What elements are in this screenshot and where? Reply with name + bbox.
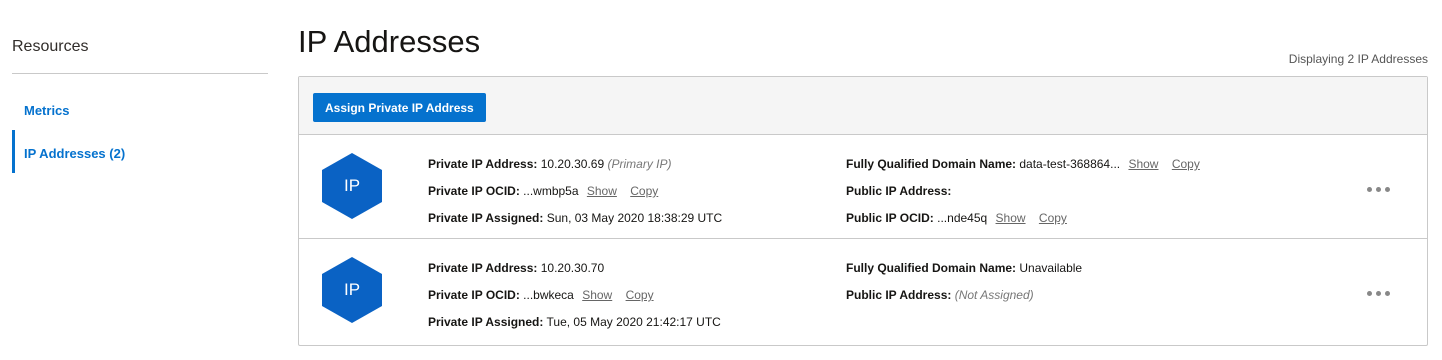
show-link[interactable]: Show bbox=[1128, 157, 1158, 171]
sidebar-item-ip-addresses[interactable]: IP Addresses (2) bbox=[12, 130, 212, 173]
public-ip-ocid-field: Public IP OCID: ...nde45q Show Copy bbox=[846, 205, 1200, 232]
show-link[interactable]: Show bbox=[996, 211, 1026, 225]
fqdn-value: data-test-368864... bbox=[1019, 157, 1121, 171]
table-row: IP Private IP Address: 10.20.30.70 Priva… bbox=[299, 239, 1427, 345]
kebab-menu-icon[interactable] bbox=[1367, 283, 1397, 296]
public-ip-address-field: Public IP Address: (Not Assigned) bbox=[846, 282, 1082, 309]
field-label: Public IP Address: bbox=[846, 288, 952, 302]
assigned-value: Tue, 05 May 2020 21:42:17 UTC bbox=[546, 315, 721, 329]
private-ip-value: 10.20.30.69 bbox=[540, 157, 605, 171]
display-count: Displaying 2 IP Addresses bbox=[1288, 52, 1428, 66]
sidebar-divider bbox=[12, 73, 268, 74]
copy-link[interactable]: Copy bbox=[630, 184, 658, 198]
private-ip-address-field: Private IP Address: 10.20.30.69 (Primary… bbox=[428, 151, 722, 178]
private-ip-ocid-field: Private IP OCID: ...wmbp5a Show Copy bbox=[428, 178, 722, 205]
assigned-value: Sun, 03 May 2020 18:38:29 UTC bbox=[546, 211, 723, 225]
sidebar-item-label: IP Addresses (2) bbox=[24, 146, 126, 161]
field-label: Fully Qualified Domain Name: bbox=[846, 261, 1017, 275]
field-label: Public IP Address: bbox=[846, 184, 952, 198]
assign-private-ip-button[interactable]: Assign Private IP Address bbox=[313, 93, 486, 122]
sidebar-heading: Resources bbox=[12, 38, 89, 55]
ip-addresses-table: Assign Private IP Address IP Private IP … bbox=[298, 76, 1428, 346]
private-ocid-value: ...wmbp5a bbox=[523, 184, 579, 198]
hexagon-ip-icon: IP bbox=[321, 152, 383, 220]
fqdn-value: Unavailable bbox=[1019, 261, 1083, 275]
field-label: Fully Qualified Domain Name: bbox=[846, 157, 1017, 171]
field-label: Private IP Assigned: bbox=[428, 315, 544, 329]
private-ip-ocid-field: Private IP OCID: ...bwkeca Show Copy bbox=[428, 282, 721, 309]
field-label: Private IP OCID: bbox=[428, 288, 520, 302]
hexagon-ip-label: IP bbox=[343, 176, 361, 195]
private-ip-assigned-field: Private IP Assigned: Tue, 05 May 2020 21… bbox=[428, 309, 721, 336]
field-label: Private IP OCID: bbox=[428, 184, 520, 198]
fqdn-field: Fully Qualified Domain Name: data-test-3… bbox=[846, 151, 1200, 178]
private-ip-address-field: Private IP Address: 10.20.30.70 bbox=[428, 255, 721, 282]
table-row: IP Private IP Address: 10.20.30.69 (Prim… bbox=[299, 135, 1427, 239]
page-title: IP Addresses bbox=[298, 24, 481, 59]
show-link[interactable]: Show bbox=[587, 184, 617, 198]
private-ocid-value: ...bwkeca bbox=[523, 288, 574, 302]
copy-link[interactable]: Copy bbox=[1039, 211, 1067, 225]
row-left-column: Private IP Address: 10.20.30.70 Private … bbox=[428, 255, 721, 336]
row-right-column: Fully Qualified Domain Name: data-test-3… bbox=[846, 151, 1200, 232]
primary-ip-note: (Primary IP) bbox=[607, 157, 672, 171]
hexagon-ip-icon: IP bbox=[321, 256, 383, 324]
show-link[interactable]: Show bbox=[582, 288, 612, 302]
table-toolbar: Assign Private IP Address bbox=[299, 77, 1427, 135]
row-right-column: Fully Qualified Domain Name: Unavailable… bbox=[846, 255, 1082, 309]
public-ip-address-field: Public IP Address: bbox=[846, 178, 1200, 205]
public-ocid-value: ...nde45q bbox=[937, 211, 988, 225]
kebab-menu-icon[interactable] bbox=[1367, 179, 1397, 192]
field-label: Private IP Assigned: bbox=[428, 211, 544, 225]
hexagon-ip-label: IP bbox=[343, 280, 361, 299]
sidebar-item-metrics[interactable]: Metrics bbox=[24, 103, 70, 118]
private-ip-value: 10.20.30.70 bbox=[540, 261, 605, 275]
fqdn-field: Fully Qualified Domain Name: Unavailable bbox=[846, 255, 1082, 282]
not-assigned-note: (Not Assigned) bbox=[954, 288, 1034, 302]
copy-link[interactable]: Copy bbox=[1172, 157, 1200, 171]
copy-link[interactable]: Copy bbox=[626, 288, 654, 302]
row-left-column: Private IP Address: 10.20.30.69 (Primary… bbox=[428, 151, 722, 232]
field-label: Private IP Address: bbox=[428, 157, 538, 171]
private-ip-assigned-field: Private IP Assigned: Sun, 03 May 2020 18… bbox=[428, 205, 722, 232]
field-label: Public IP OCID: bbox=[846, 211, 934, 225]
field-label: Private IP Address: bbox=[428, 261, 538, 275]
